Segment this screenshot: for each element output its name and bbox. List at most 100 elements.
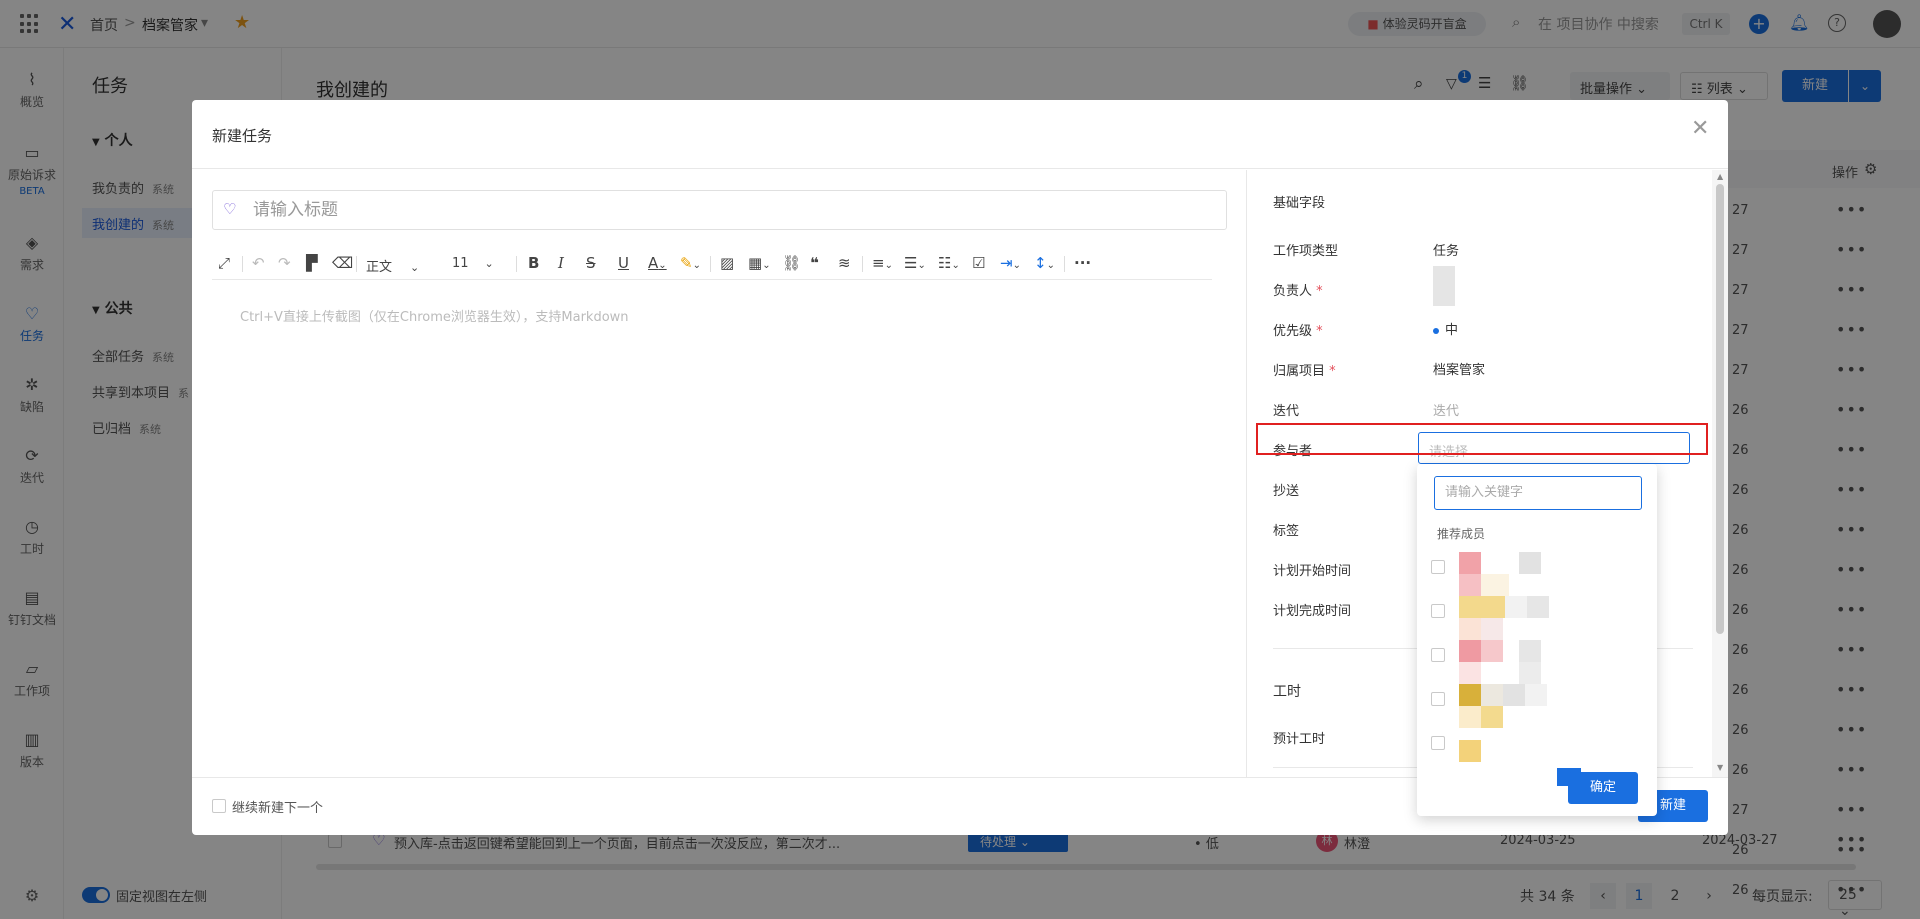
member-checkbox[interactable] — [1431, 736, 1445, 750]
field-start-label: 计划开始时间 — [1273, 564, 1352, 579]
link-icon[interactable]: ⛓ — [782, 254, 801, 272]
member-checkbox[interactable] — [1431, 648, 1445, 662]
align-icon[interactable]: ≡⌄ — [872, 254, 893, 272]
member-avatar — [1459, 684, 1481, 706]
member-name-redacted — [1519, 662, 1541, 684]
field-project-value[interactable]: 档案管家 — [1433, 359, 1485, 378]
member-search-input[interactable] — [1445, 485, 1630, 500]
scroll-up-icon[interactable]: ▲ — [1717, 172, 1723, 181]
member-option[interactable] — [1431, 596, 1631, 640]
recommended-section: 推荐成员 — [1437, 527, 1486, 541]
member-avatar — [1459, 552, 1481, 574]
member-name-redacted — [1481, 706, 1503, 728]
assignee-avatar[interactable] — [1433, 266, 1455, 306]
font-size-select[interactable]: 11 ⌄ — [452, 256, 494, 271]
underline-icon[interactable]: U — [618, 254, 629, 272]
member-option[interactable] — [1431, 728, 1631, 762]
member-name-redacted — [1503, 684, 1525, 706]
label-text: 归属项目 — [1273, 364, 1326, 379]
table-icon[interactable]: ▦⌄ — [748, 254, 771, 272]
field-estimate-label: 预计工时 — [1273, 732, 1326, 747]
quote-icon[interactable]: ❝ — [810, 254, 819, 272]
ordered-list-icon[interactable]: ☷⌄ — [938, 254, 960, 272]
task-title-input[interactable] — [253, 199, 1153, 221]
divider — [710, 256, 711, 272]
bold-icon[interactable]: B — [528, 254, 539, 272]
scroll-down-icon[interactable]: ▼ — [1717, 763, 1723, 772]
member-checkbox[interactable] — [1431, 604, 1445, 618]
member-checkbox[interactable] — [1431, 692, 1445, 706]
divider — [192, 168, 1728, 169]
more-icon[interactable]: ··· — [1074, 254, 1091, 272]
task-title-field[interactable]: ♡ — [212, 190, 1227, 230]
divider — [242, 256, 243, 272]
section-basic-fields: 基础字段 — [1273, 196, 1326, 211]
confirm-button[interactable]: 确定 — [1568, 772, 1638, 804]
field-iteration-label: 迭代 — [1273, 404, 1300, 419]
fullscreen-icon[interactable]: ⤢ — [218, 254, 230, 272]
field-end-label: 计划完成时间 — [1273, 604, 1352, 619]
undo-icon[interactable]: ↶ — [252, 254, 265, 272]
continue-label[interactable]: 继续新建下一个 — [232, 797, 323, 816]
label-text: 负责人 — [1273, 284, 1313, 299]
divider-insert-icon[interactable]: ≋ — [838, 254, 851, 272]
member-avatar — [1459, 640, 1481, 662]
field-iteration-value[interactable]: 迭代 — [1433, 400, 1459, 419]
member-checkbox[interactable] — [1431, 560, 1445, 574]
eraser-icon[interactable]: ⌫ — [332, 254, 353, 272]
divider — [516, 256, 517, 272]
section-worktime: 工时 — [1273, 684, 1301, 700]
line-height-icon[interactable]: ↕⌄ — [1034, 254, 1055, 272]
member-option[interactable] — [1431, 684, 1631, 728]
field-type-value[interactable]: 任务 — [1433, 240, 1459, 259]
chevron-down-icon: ⌄ — [410, 261, 420, 274]
member-avatar-part — [1459, 574, 1481, 596]
fields-scrollbar[interactable]: ▲ ▼ — [1712, 170, 1728, 777]
italic-icon[interactable]: I — [558, 254, 564, 272]
chevron-down-icon: ⌄ — [484, 257, 494, 270]
divider — [356, 256, 357, 272]
divider — [862, 256, 863, 272]
priority-text: 中 — [1445, 323, 1459, 338]
divider — [1064, 256, 1065, 272]
image-icon[interactable]: ▨ — [720, 254, 734, 272]
member-option[interactable] — [1431, 640, 1631, 684]
scroll-thumb[interactable] — [1716, 184, 1724, 634]
member-picker-dropdown: 推荐成员 确定 — [1417, 464, 1657, 816]
highlight-icon[interactable]: ✎⌄ — [680, 254, 701, 272]
field-type-label: 工作项类型 — [1273, 244, 1339, 259]
indent-icon[interactable]: ⇥⌄ — [1000, 254, 1021, 272]
editor-placeholder[interactable]: Ctrl+V直接上传截图（仅在Chrome浏览器生效），支持Markdown — [240, 306, 629, 325]
field-priority-label: 优先级 * — [1273, 320, 1323, 339]
strikethrough-icon[interactable]: S — [586, 254, 596, 272]
priority-dot — [1433, 327, 1439, 334]
field-assignee-label: 负责人 * — [1273, 280, 1323, 299]
paragraph-select[interactable]: 正文 ⌄ — [366, 256, 419, 275]
field-cc-label: 抄送 — [1273, 484, 1300, 499]
member-name-redacted — [1481, 618, 1503, 640]
format-painter-icon[interactable]: ▛ — [306, 254, 318, 272]
continue-checkbox[interactable] — [212, 799, 226, 813]
modal-title: 新建任务 — [212, 127, 273, 145]
member-option[interactable] — [1431, 552, 1631, 596]
font-color-icon[interactable]: A⌄ — [648, 254, 667, 272]
font-size-label: 11 — [452, 256, 469, 271]
member-avatar — [1459, 740, 1481, 762]
field-project-label: 归属项目 * — [1273, 360, 1336, 379]
member-name-redacted — [1481, 684, 1503, 706]
redo-icon[interactable]: ↷ — [278, 254, 291, 272]
member-name-redacted — [1481, 640, 1503, 662]
field-priority-value[interactable]: 中 — [1433, 319, 1458, 338]
checklist-icon[interactable]: ☑ — [972, 254, 985, 272]
member-avatar-part — [1459, 706, 1481, 728]
label-text: 优先级 — [1273, 324, 1313, 339]
close-icon[interactable]: ✕ — [1691, 116, 1709, 141]
member-name-redacted — [1527, 596, 1549, 618]
bullet-list-icon[interactable]: ☰⌄ — [904, 254, 926, 272]
bulb-icon: ♡ — [223, 200, 237, 218]
member-search-field[interactable] — [1434, 476, 1642, 510]
member-avatar-part — [1459, 618, 1481, 640]
field-tags-label: 标签 — [1273, 524, 1300, 539]
member-name-redacted — [1505, 596, 1527, 618]
member-name-redacted — [1519, 640, 1541, 662]
